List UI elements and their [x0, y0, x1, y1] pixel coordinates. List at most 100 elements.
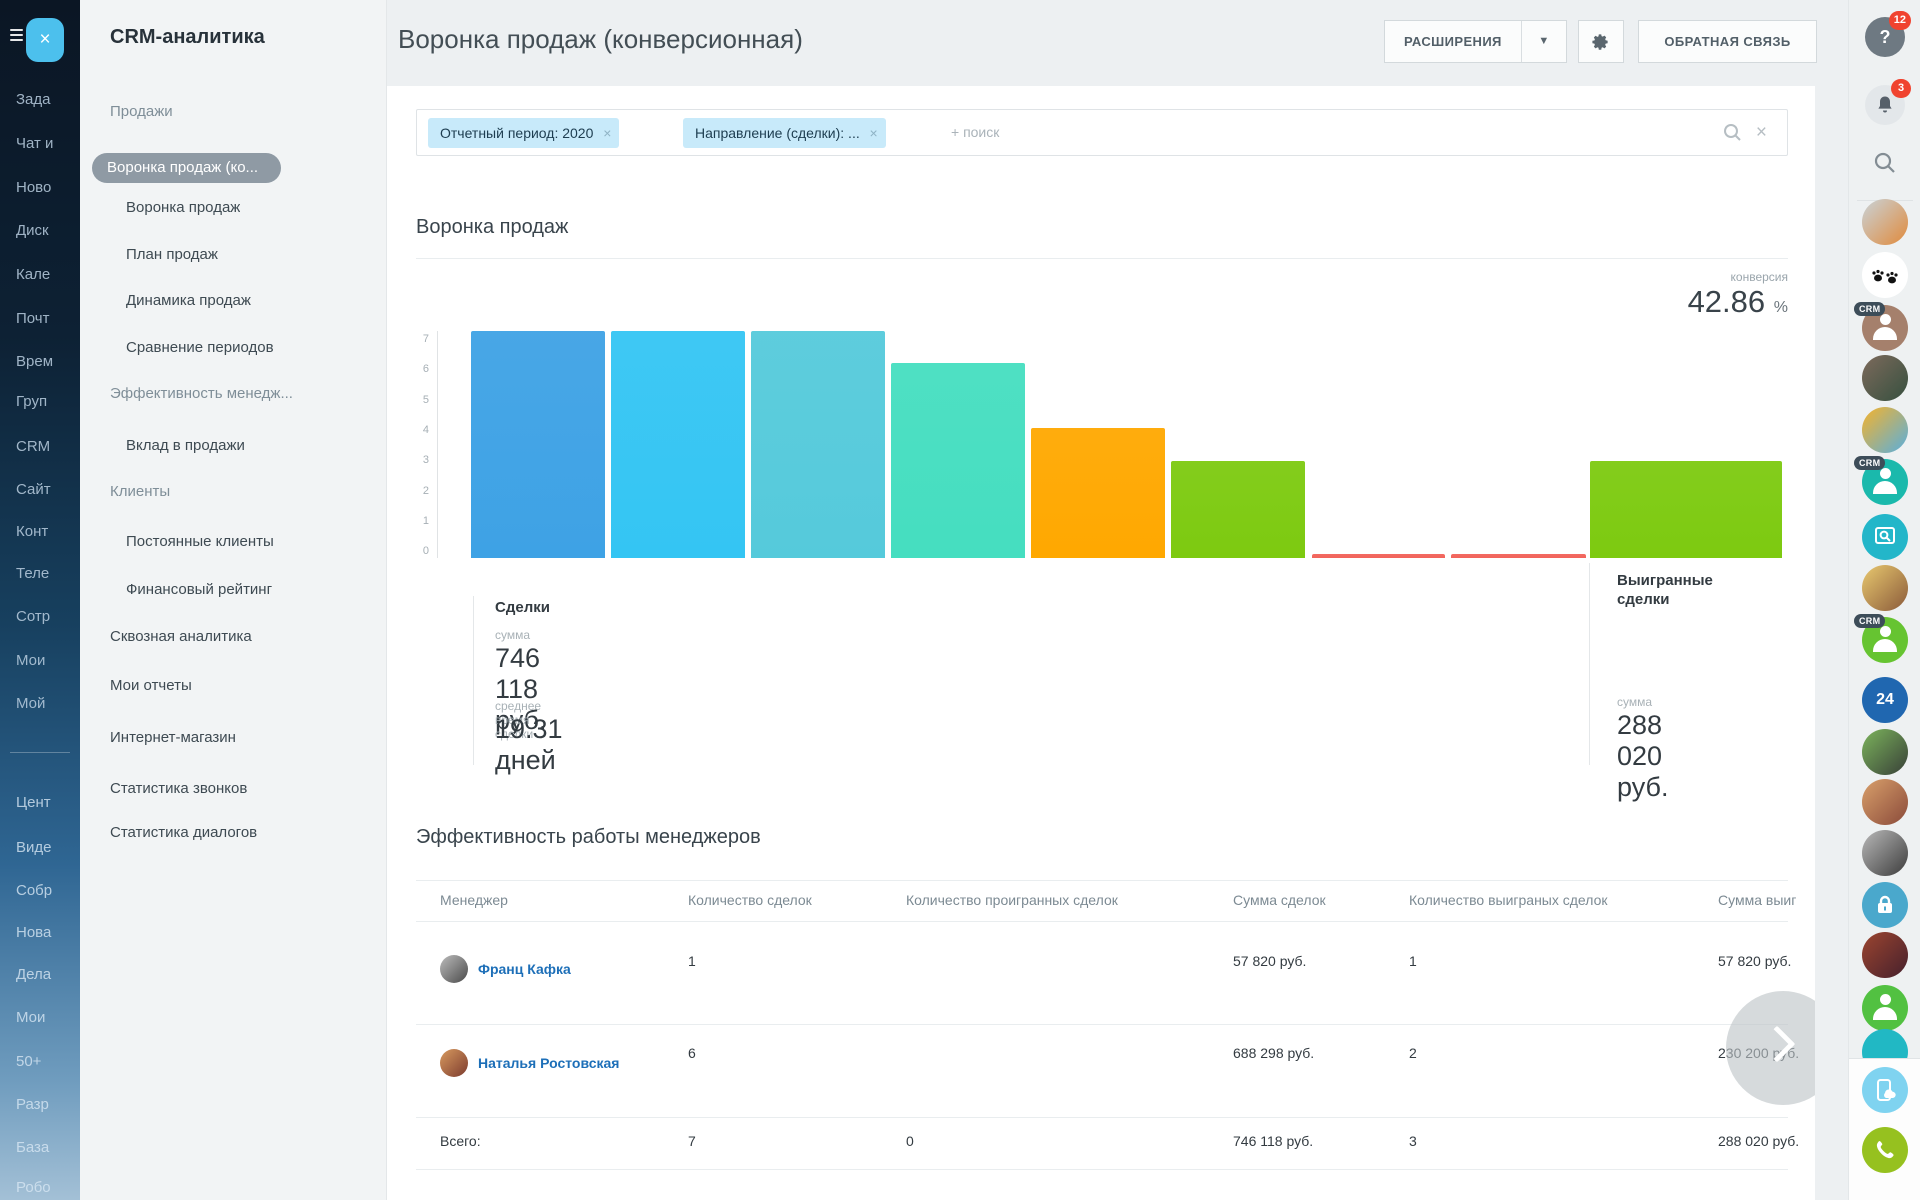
sidebar-item[interactable]: Собр [16, 882, 80, 899]
funnel-bar[interactable] [1031, 428, 1165, 558]
sidebar-item[interactable]: 50+ [16, 1053, 80, 1070]
sidebar-item[interactable]: Мой [16, 695, 80, 712]
feedback-button[interactable]: ОБРАТНАЯ СВЯЗЬ [1638, 20, 1817, 63]
won-stat-block: Выигранныесделки сумма 288 020 руб. [1589, 563, 1590, 765]
panel-menu-item[interactable]: Статистика диалогов [110, 824, 257, 841]
panel-menu-item[interactable]: Динамика продаж [126, 292, 251, 309]
sidebar-item[interactable]: Мои [16, 1009, 80, 1026]
manager-link[interactable]: Наталья Ростовская [478, 1055, 619, 1071]
panel-menu-item[interactable]: Сравнение периодов [126, 339, 274, 356]
right-rail: ? 12 3 CRMCRMCRM24 [1848, 0, 1920, 1200]
panel-menu-item[interactable]: План продаж [126, 246, 218, 263]
sidebar-item[interactable]: Нова [16, 924, 80, 941]
phone-button-icon[interactable] [1862, 1127, 1908, 1173]
table-cell: 3 [1409, 1133, 1417, 1149]
panel-menu-item[interactable]: Статистика звонков [110, 780, 247, 797]
sidebar-item[interactable]: Сайт [16, 481, 80, 498]
sidebar-item[interactable]: База [16, 1139, 80, 1156]
sidebar-item[interactable]: Кале [16, 266, 80, 283]
funnel-bar[interactable] [1312, 554, 1445, 558]
sidebar-item[interactable]: Мои [16, 652, 80, 669]
filter-bar[interactable]: Отчетный период: 2020 × Направление (сде… [416, 109, 1788, 156]
manager-link[interactable]: Франц Кафка [478, 961, 571, 977]
sidebar-item[interactable]: Виде [16, 839, 80, 856]
sidebar-item[interactable]: Груп [16, 393, 80, 410]
avatar-photo-woman-red[interactable] [1862, 932, 1908, 978]
extensions-button[interactable]: РАСШИРЕНИЯ [1385, 21, 1521, 62]
scroll-right-button[interactable] [1726, 991, 1815, 1105]
manager-avatar[interactable] [440, 955, 468, 983]
settings-gear-button[interactable] [1578, 20, 1624, 63]
main-sidebar: × Зада Чат и Ново Диск Кале Почт Врем Груп CRM Са… [0, 0, 80, 1200]
sidebar-item[interactable]: Разр [16, 1096, 80, 1113]
avatar-photo-woman-dark[interactable] [1862, 355, 1908, 401]
crm-badge: CRM [1854, 302, 1885, 316]
avatar-lock-icon[interactable] [1862, 882, 1908, 928]
hamburger-menu-icon[interactable] [10, 29, 23, 42]
funnel-bar[interactable] [1590, 461, 1782, 558]
sidebar-item[interactable]: Почт [16, 310, 80, 327]
funnel-bar[interactable] [611, 331, 745, 558]
extensions-split-button[interactable]: РАСШИРЕНИЯ ▼ [1384, 20, 1567, 63]
sidebar-divider [10, 752, 70, 753]
sidebar-item[interactable]: Дела [16, 966, 80, 983]
sidebar-item[interactable]: Конт [16, 523, 80, 540]
sidebar-item[interactable]: Робо [16, 1179, 80, 1196]
filter-chip-direction[interactable]: Направление (сделки): ... × [683, 118, 886, 148]
sidebar-item[interactable]: Диск [16, 222, 80, 239]
avatar-photo-worker[interactable] [1862, 199, 1908, 245]
manager-avatar[interactable] [440, 1049, 468, 1077]
avatar-cartoon-blonde[interactable] [1862, 565, 1908, 611]
panel-menu-item[interactable]: Воронка продаж [126, 199, 240, 216]
search-icon[interactable] [1723, 123, 1742, 142]
panel-menu-item[interactable]: Мои отчеты [110, 677, 192, 694]
sidebar-item[interactable]: Цент [16, 794, 80, 811]
deals-avg-value: 19.31 дней [495, 714, 563, 776]
avatar-doc-search-icon[interactable] [1862, 514, 1908, 560]
chip-close-icon[interactable]: × [603, 118, 611, 148]
filter-clear-icon[interactable]: × [1756, 123, 1767, 143]
sidebar-item[interactable]: CRM [16, 438, 80, 455]
funnel-bar[interactable] [751, 331, 885, 558]
funnel-bar[interactable] [471, 331, 605, 558]
panel-menu-item[interactable]: Постоянные клиенты [126, 533, 274, 550]
chip-close-icon[interactable]: × [870, 118, 878, 148]
avatar-photo-woman-blonde[interactable] [1862, 779, 1908, 825]
avatar-crm-person-teal[interactable]: CRM [1862, 459, 1908, 505]
panel-menu-item[interactable]: Сквозная аналитика [110, 628, 252, 645]
notifications-button[interactable]: 3 [1865, 85, 1905, 125]
extensions-dropdown-arrow-icon[interactable]: ▼ [1521, 21, 1566, 62]
avatar-person-green[interactable] [1862, 985, 1908, 1031]
sidebar-item[interactable]: Врем [16, 353, 80, 370]
panel-menu-item[interactable]: Вклад в продажи [126, 437, 245, 454]
avatar-photo-kafka[interactable] [1862, 830, 1908, 876]
sidebar-close-button[interactable]: × [26, 18, 64, 62]
funnel-bar[interactable] [1451, 554, 1586, 558]
panel-menu-item[interactable]: Финансовый рейтинг [126, 581, 272, 598]
avatar-photo-abstract[interactable] [1862, 407, 1908, 453]
avatar-paw-prints-icon[interactable] [1862, 252, 1908, 298]
avatar-crm-person-brown[interactable]: CRM [1862, 305, 1908, 351]
table-cell: 6 [688, 1045, 696, 1061]
table-column-header: Менеджер [440, 892, 508, 908]
filter-search-placeholder[interactable]: + поиск [951, 124, 999, 140]
sidebar-item[interactable]: Зада [16, 91, 80, 108]
panel-menu-item[interactable]: Интернет-магазин [110, 729, 236, 746]
help-button[interactable]: ? 12 [1865, 17, 1905, 57]
avatar-crm-person-green[interactable]: CRM [1862, 617, 1908, 663]
y-tick-label: 7 [399, 333, 429, 345]
rail-search-icon[interactable] [1874, 152, 1896, 174]
panel-menu-item[interactable]: Воронка продаж (ко... [92, 153, 281, 183]
sidebar-item[interactable]: Сотр [16, 608, 80, 625]
filter-chip-period[interactable]: Отчетный период: 2020 × [428, 118, 619, 148]
table-cell: 2 [1409, 1045, 1417, 1061]
table-cell: 746 118 руб. [1233, 1133, 1313, 1149]
mobile-cloud-button-icon[interactable] [1862, 1067, 1908, 1113]
avatar-photo-man-green[interactable] [1862, 729, 1908, 775]
sidebar-item[interactable]: Чат и [16, 135, 80, 152]
funnel-bar[interactable] [891, 363, 1025, 558]
avatar-24[interactable]: 24 [1862, 677, 1908, 723]
funnel-bar[interactable] [1171, 461, 1305, 558]
sidebar-item[interactable]: Ново [16, 179, 80, 196]
sidebar-item[interactable]: Теле [16, 565, 80, 582]
